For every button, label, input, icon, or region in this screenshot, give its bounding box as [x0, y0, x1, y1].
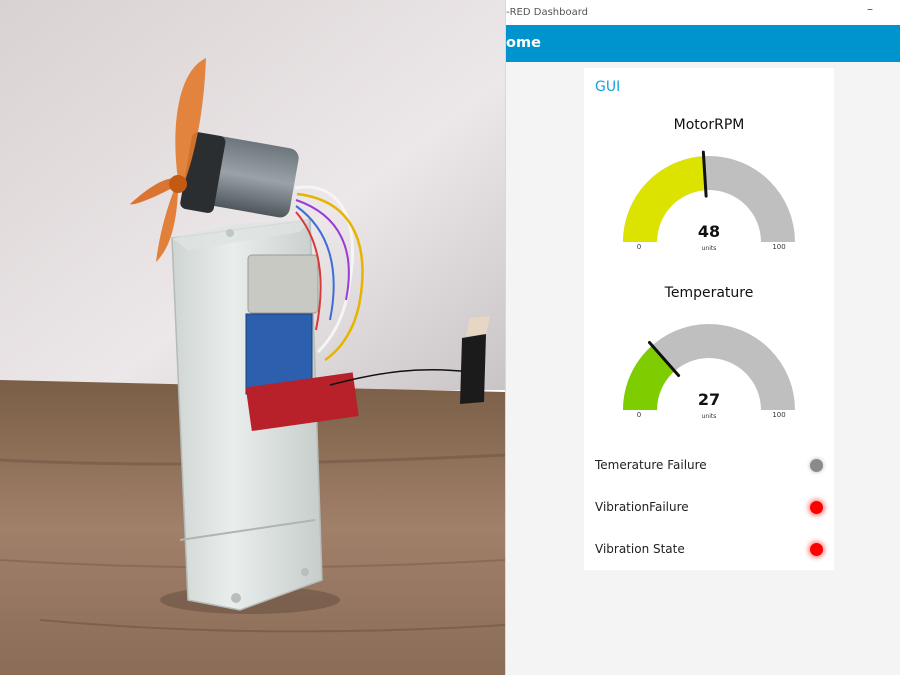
app-bar: ome	[506, 25, 900, 62]
gauge-motor-rpm: 48 units 0 100	[584, 142, 834, 302]
gauge-value: 27	[698, 390, 720, 409]
gauge-title-motor-rpm: MotorRPM	[673, 117, 745, 133]
gauge-value: 48	[698, 222, 720, 241]
gui-group-card: GUI MotorRPM 48 units 0 100 Temperature …	[584, 68, 834, 570]
minimize-icon[interactable]: –	[861, 2, 879, 20]
led-label: VibrationFailure	[595, 500, 689, 514]
status-led-icon	[810, 543, 823, 556]
group-title: GUI	[595, 79, 621, 95]
battery	[247, 254, 319, 314]
gauge-title-temperature: Temperature	[664, 285, 754, 301]
status-led-icon	[810, 459, 823, 472]
window-title: -RED Dashboard	[506, 7, 589, 18]
led-label: Vibration State	[595, 542, 685, 556]
gauge-temperature: 27 units 0 100	[584, 310, 834, 470]
led-label: Temerature Failure	[595, 458, 707, 472]
gauge-min-label: 0	[637, 411, 641, 419]
window-titlebar: -RED Dashboard –	[506, 0, 900, 25]
dashboard-window: -RED Dashboard – ome GUI MotorRPM 48 uni…	[505, 0, 900, 675]
gauge-units: units	[702, 413, 717, 420]
status-led-icon	[810, 501, 823, 514]
led-row-vibration-failure: VibrationFailure	[595, 497, 827, 519]
gauge-units: units	[702, 245, 717, 252]
gauge-max-label: 100	[772, 243, 785, 251]
photo-fan-prototype	[0, 0, 505, 675]
led-row-vibration-state: Vibration State	[595, 539, 827, 561]
gauge-min-label: 0	[637, 243, 641, 251]
gauge-fill	[623, 156, 706, 242]
sensor-tag	[460, 334, 486, 404]
page-title: ome	[506, 35, 541, 51]
gauge-max-label: 100	[772, 411, 785, 419]
led-row-temperature-failure: Temerature Failure	[595, 455, 827, 477]
